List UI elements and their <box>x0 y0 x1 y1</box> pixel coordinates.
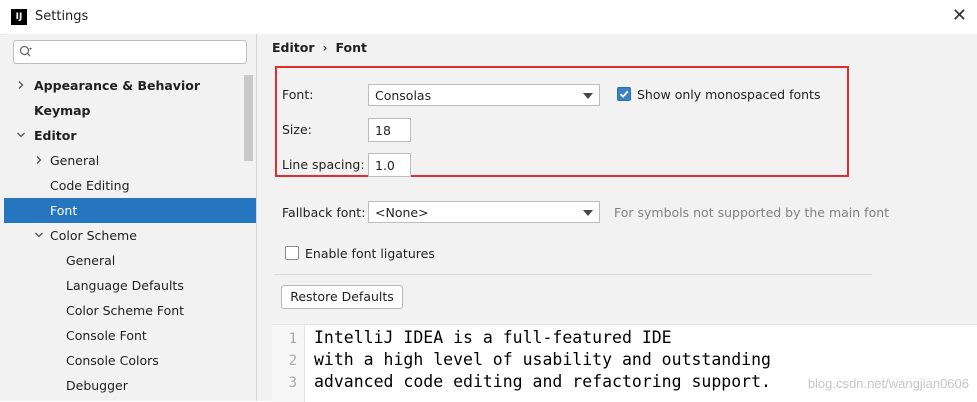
tree-item-appearance-behavior[interactable]: Appearance & Behavior <box>4 73 256 98</box>
preview-line: with a high level of usability and outst… <box>314 350 771 369</box>
tree-item-label: Appearance & Behavior <box>34 78 200 93</box>
tree-item-general[interactable]: General <box>4 148 256 173</box>
tree-item-label: General <box>50 153 100 168</box>
fallback-font-value: <None> <box>375 205 429 220</box>
tree-item-code-editing[interactable]: Code Editing <box>4 173 256 198</box>
settings-sidebar: Appearance & Behavior Keymap Editor General… <box>4 34 257 401</box>
fallback-font-label: Fallback font: <box>282 205 366 220</box>
line-number: 1 <box>288 331 297 347</box>
tree-item-color-scheme-font[interactable]: Color Scheme Font <box>4 298 256 323</box>
breadcrumb: Editor › Font <box>272 40 367 55</box>
settings-tree: Appearance & Behavior Keymap Editor General… <box>4 73 256 398</box>
intellij-app-icon: IJ <box>11 9 27 25</box>
monospaced-label[interactable]: Show only monospaced fonts <box>637 87 820 102</box>
ligatures-label[interactable]: Enable font ligatures <box>305 246 435 261</box>
preview-line: advanced code editing and refactoring su… <box>314 372 771 391</box>
search-icon <box>19 45 32 57</box>
breadcrumb-separator: › <box>322 40 328 55</box>
tree-item-language-defaults[interactable]: Language Defaults <box>4 273 256 298</box>
font-combobox-value: Consolas <box>375 88 432 103</box>
size-value: 18 <box>375 123 391 138</box>
breadcrumb-editor[interactable]: Editor <box>272 40 315 55</box>
tree-item-label: Color Scheme Font <box>66 303 185 318</box>
search-input[interactable] <box>13 40 247 64</box>
tree-item-editor[interactable]: Editor <box>4 123 256 148</box>
font-label: Font: <box>282 87 314 102</box>
tree-item-label: Editor <box>34 128 77 143</box>
tree-item-debugger[interactable]: Debugger <box>4 373 256 398</box>
tree-item-label: Console Colors <box>66 353 159 368</box>
close-icon[interactable]: ✕ <box>952 6 967 26</box>
window-title: Settings <box>35 9 89 24</box>
chevron-down-icon[interactable] <box>16 130 26 140</box>
settings-window: IJ Settings ✕ Appearance & Behavior Keyma… <box>0 0 977 402</box>
ligatures-checkbox[interactable] <box>285 246 299 260</box>
fallback-font-hint: For symbols not supported by the main fo… <box>614 205 890 220</box>
chevron-right-icon[interactable] <box>34 155 44 165</box>
preview-line: IntelliJ IDEA is a full-featured IDE <box>314 328 672 347</box>
line-spacing-field[interactable]: 1.0 <box>368 153 411 177</box>
fallback-font-combobox[interactable]: <None> <box>368 201 600 223</box>
tree-item-font[interactable]: Font <box>4 198 256 223</box>
tree-item-console-font[interactable]: Console Font <box>4 323 256 348</box>
tree-item-console-colors[interactable]: Console Colors <box>4 348 256 373</box>
tree-item-label: Font <box>50 203 78 218</box>
tree-item-label: Debugger <box>66 378 128 393</box>
tree-item-label: Keymap <box>34 103 91 118</box>
divider <box>274 274 872 275</box>
line-spacing-label: Line spacing: <box>282 157 365 172</box>
tree-item-general[interactable]: General <box>4 248 256 273</box>
tree-item-label: Code Editing <box>50 178 130 193</box>
tree-item-keymap[interactable]: Keymap <box>4 98 256 123</box>
line-number-gutter: 1 2 3 <box>272 325 305 402</box>
line-spacing-value: 1.0 <box>375 158 395 173</box>
font-combobox[interactable]: Consolas <box>368 84 600 106</box>
restore-defaults-button[interactable]: Restore Defaults <box>281 285 403 309</box>
line-number: 2 <box>288 353 297 369</box>
tree-item-label: Console Font <box>66 328 147 343</box>
watermark-text: blog.csdn.net/wangjian0606 <box>807 376 969 391</box>
monospaced-checkbox[interactable] <box>617 87 631 101</box>
size-label: Size: <box>282 122 312 137</box>
size-field[interactable]: 18 <box>368 118 411 142</box>
tree-item-label: General <box>66 253 116 268</box>
breadcrumb-font: Font <box>335 40 368 55</box>
chevron-down-icon[interactable] <box>34 230 44 240</box>
chevron-right-icon[interactable] <box>16 80 26 90</box>
tree-item-label: Language Defaults <box>66 278 184 293</box>
chevron-down-icon <box>583 93 593 99</box>
font-settings-panel: Editor › Font Font: Consolas Show only mon… <box>257 34 977 402</box>
tree-item-label: Color Scheme <box>50 228 137 243</box>
title-bar: IJ Settings ✕ <box>0 0 977 35</box>
line-number: 3 <box>288 375 297 391</box>
chevron-down-icon <box>583 210 593 216</box>
tree-item-color-scheme[interactable]: Color Scheme <box>4 223 256 248</box>
checkmark-icon <box>619 90 629 98</box>
